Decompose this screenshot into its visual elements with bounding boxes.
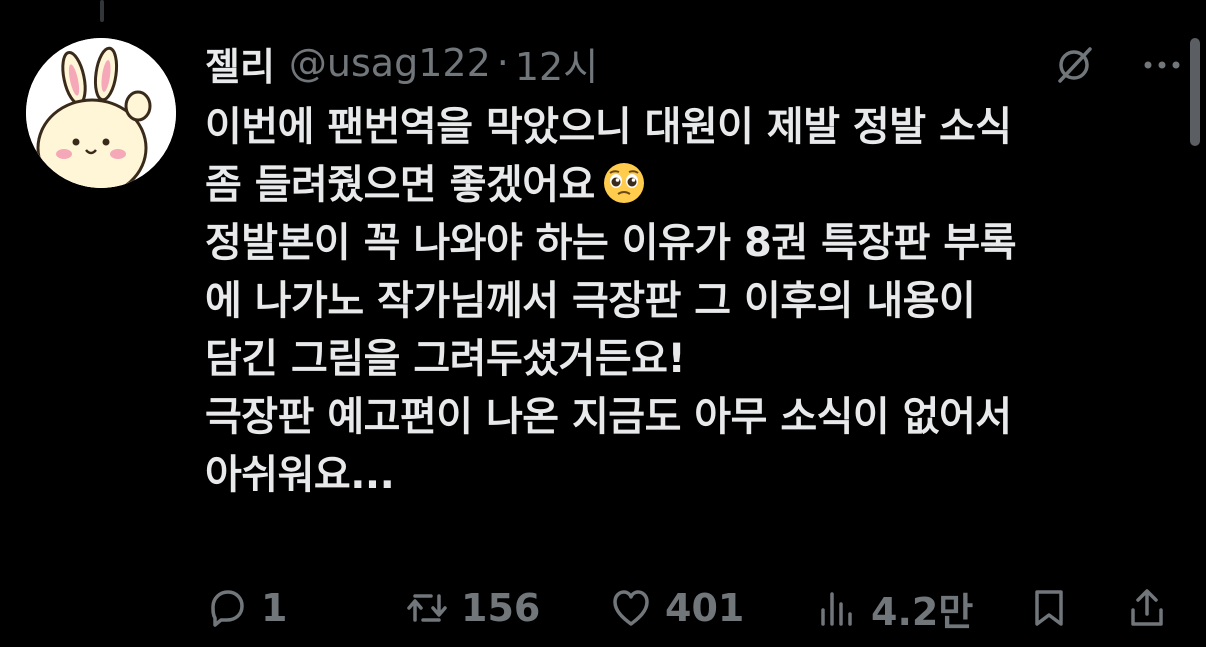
avatar-bunny-icon (26, 38, 176, 188)
views-icon (821, 592, 852, 626)
grok-icon[interactable] (1052, 43, 1096, 87)
bookmark-button[interactable] (1027, 578, 1071, 638)
timestamp[interactable]: 12시 (515, 36, 598, 91)
thread-connector-line (100, 0, 104, 22)
pleading-face-emoji-icon (601, 160, 647, 206)
retweet-icon (407, 594, 447, 622)
like-icon (613, 590, 649, 626)
views-button[interactable]: 4.2만 (815, 578, 973, 638)
more-icon[interactable] (1140, 50, 1184, 80)
tweet-text: 이번에 팬번역을 막았으니 대원이 제발 정발 소식 좀 들려줬으면 좋겠어요 … (205, 98, 1165, 504)
like-count: 401 (665, 586, 745, 630)
share-icon (1131, 589, 1163, 626)
reply-button[interactable]: 1 (205, 578, 287, 638)
separator-dot: · (496, 41, 509, 85)
scrollbar[interactable] (1190, 38, 1200, 146)
share-button[interactable] (1125, 578, 1169, 638)
tweet-text-part2: 정발본이 꼭 나와야 하는 이유가 8권 특장판 부록 에 나가노 작가님께서 … (205, 220, 1017, 498)
retweet-button[interactable]: 156 (405, 578, 540, 638)
user-handle[interactable]: @usag122 (289, 41, 491, 85)
reply-count: 1 (261, 586, 288, 630)
views-count: 4.2만 (871, 589, 974, 634)
tweet-header: 젤리 @usag122 · 12시 (205, 36, 598, 91)
bookmark-icon (1035, 590, 1063, 626)
like-button[interactable]: 401 (609, 578, 744, 638)
reply-icon (211, 590, 244, 627)
tweet-actions: 1 156 401 4.2만 (205, 578, 1180, 638)
display-name[interactable]: 젤리 (205, 36, 275, 91)
retweet-count: 156 (461, 586, 541, 630)
avatar[interactable] (26, 38, 176, 188)
